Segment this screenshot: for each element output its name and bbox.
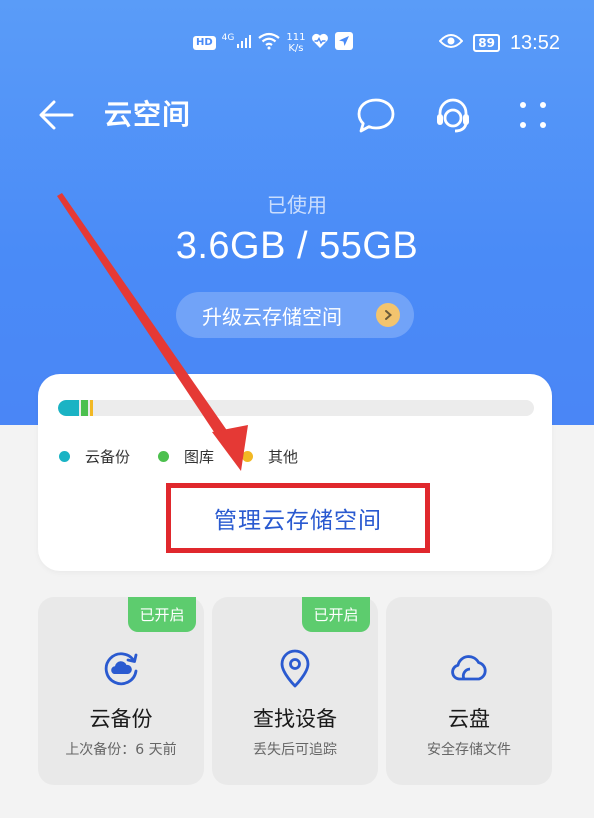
customer-service-button[interactable] — [432, 94, 474, 136]
chat-button[interactable] — [355, 94, 397, 136]
bar-segment-gallery — [81, 400, 88, 416]
tile-subtitle: 上次备份：6 天前 — [65, 742, 177, 758]
storage-legend: 云备份 图库 其他 — [59, 446, 326, 467]
hd-badge: HD — [193, 36, 216, 50]
annotation-highlight-box: 管理云存储空间 — [166, 483, 430, 553]
legend-label: 图库 — [184, 448, 215, 466]
battery-icon: 89 — [473, 34, 500, 52]
status-bar-right: 89 13:52 — [438, 26, 560, 60]
tile-title: 查找设备 — [253, 707, 337, 731]
legend-label: 云备份 — [85, 448, 131, 466]
tile-cloud-drive[interactable]: 云盘 安全存储文件 — [386, 597, 552, 785]
tile-cloud-backup[interactable]: 已开启 云备份 上次备份：6 天前 — [38, 597, 204, 785]
legend-item-gallery: 图库 — [158, 446, 214, 467]
location-pin-icon — [212, 647, 378, 689]
status-badge: 已开启 — [128, 597, 196, 632]
heart-icon — [311, 33, 329, 53]
legend-dot — [59, 451, 70, 462]
status-badge: 已开启 — [302, 597, 370, 632]
storage-usage-card: 云备份 图库 其他 管理云存储空间 — [38, 374, 552, 571]
status-bar-left: HD 4G 111 K/s — [193, 26, 354, 60]
chevron-right-icon — [376, 303, 400, 327]
legend-label: 其他 — [268, 448, 299, 466]
speed-value: 111 — [286, 32, 306, 43]
legend-dot — [242, 451, 254, 462]
tile-find-device[interactable]: 已开启 查找设备 丢失后可追踪 — [212, 597, 378, 785]
network-type: 4G — [221, 33, 235, 43]
status-time: 13:52 — [509, 31, 560, 54]
customer-service-icon — [437, 98, 469, 133]
more-dots-icon — [520, 102, 546, 128]
used-label: 已使用 — [267, 193, 327, 217]
location-arrow-icon — [335, 32, 354, 54]
wifi-icon — [258, 32, 281, 54]
network-speed: 111 K/s — [286, 32, 305, 54]
legend-item-other: 其他 — [242, 446, 298, 467]
used-value: 3.6GB / 55GB — [175, 225, 419, 267]
upgrade-storage-button[interactable]: 升级云存储空间 — [176, 292, 414, 338]
bar-segment-cloud-backup — [58, 400, 79, 416]
title-bar: 云空间 — [0, 90, 594, 140]
eye-icon — [438, 33, 464, 53]
bar-segment-other — [90, 400, 93, 416]
status-bar: HD 4G 111 K/s 89 13:52 — [0, 26, 594, 60]
tile-title: 云备份 — [89, 707, 153, 731]
signal-icon — [236, 33, 252, 53]
legend-item-cloud-backup: 云备份 — [59, 446, 130, 467]
feature-tiles: 已开启 云备份 上次备份：6 天前 已开启 查找设备 丢失后可追踪 云盘 安全存… — [38, 597, 552, 785]
tile-subtitle: 丢失后可追踪 — [253, 742, 337, 758]
cloud-icon — [386, 647, 552, 689]
tile-title: 云盘 — [448, 707, 490, 731]
speed-unit: K/s — [288, 43, 304, 54]
back-arrow-icon — [39, 100, 74, 130]
storage-usage-bar — [58, 400, 534, 416]
cloud-backup-icon — [38, 647, 204, 689]
chat-bubble-icon — [357, 98, 395, 133]
page-title: 云空间 — [104, 98, 192, 131]
legend-dot — [158, 451, 170, 462]
back-button[interactable] — [36, 96, 76, 134]
upgrade-storage-label: 升级云存储空间 — [202, 304, 342, 329]
tile-subtitle: 安全存储文件 — [427, 742, 511, 758]
manage-storage-link[interactable]: 管理云存储空间 — [214, 501, 382, 535]
more-button[interactable] — [515, 94, 551, 136]
